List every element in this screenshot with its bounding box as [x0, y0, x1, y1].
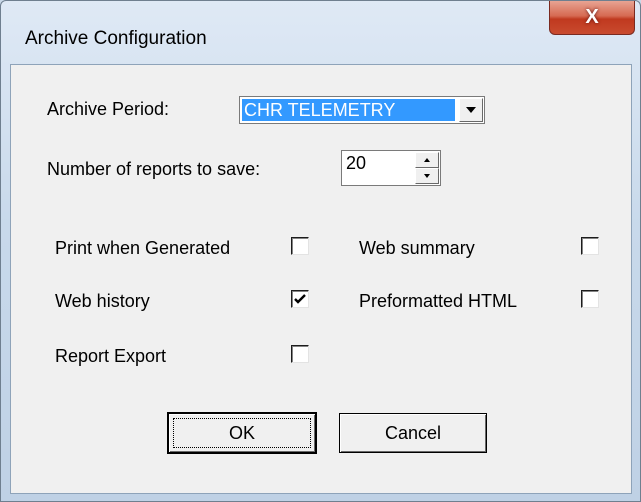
arrow-up-icon [424, 158, 430, 162]
report-export-checkbox[interactable] [291, 345, 309, 363]
print-when-generated-label: Print when Generated [55, 238, 231, 258]
arrow-down-icon [424, 174, 430, 178]
dialog-client-area: Archive Period: CHR TELEMETRY Number of … [10, 64, 632, 494]
archive-period-label: Archive Period: [47, 99, 170, 119]
web-summary-label: Web summary [359, 238, 475, 258]
spin-down-button[interactable] [415, 168, 439, 184]
web-summary-checkbox[interactable] [581, 237, 599, 255]
cancel-button[interactable]: Cancel [339, 413, 487, 453]
window-title: Archive Configuration [25, 28, 207, 49]
report-export-label: Report Export [55, 346, 167, 366]
dialog-window: Archive Configuration X Archive Period: … [0, 0, 641, 502]
archive-period-select[interactable]: CHR TELEMETRY [239, 96, 485, 124]
spin-up-button[interactable] [415, 152, 439, 168]
focus-rectangle [173, 418, 311, 448]
archive-period-selected-value: CHR TELEMETRY [242, 99, 455, 121]
close-button[interactable]: X [549, 1, 635, 35]
archive-period-dropdown-button[interactable] [459, 98, 483, 122]
reports-to-save-label: Number of reports to save: [47, 159, 261, 179]
ok-button[interactable]: OK [167, 412, 317, 454]
web-history-checkbox[interactable] [291, 290, 309, 308]
reports-to-save-stepper[interactable]: 20 [341, 150, 441, 186]
preformatted-html-checkbox[interactable] [581, 290, 599, 308]
reports-to-save-value[interactable]: 20 [346, 153, 366, 174]
preformatted-html-label: Preformatted HTML [359, 291, 518, 311]
checkmark-icon [294, 294, 306, 304]
print-when-generated-checkbox[interactable] [291, 237, 309, 255]
cancel-button-label: Cancel [384, 422, 442, 443]
chevron-down-icon [466, 107, 476, 113]
close-icon: X [585, 6, 599, 28]
web-history-label: Web history [55, 291, 150, 311]
